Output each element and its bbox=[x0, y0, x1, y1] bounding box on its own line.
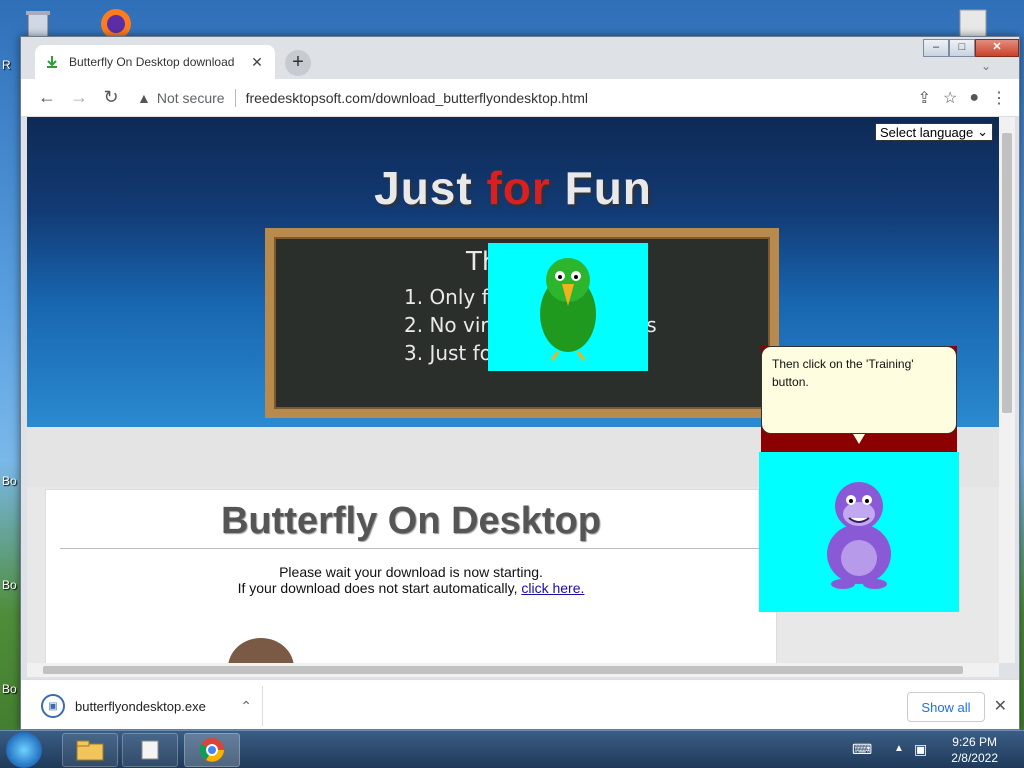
close-window-button[interactable]: ✕ bbox=[975, 39, 1019, 57]
desktop-label: Bo bbox=[2, 682, 17, 696]
product-title: Butterfly On Desktop bbox=[220, 500, 602, 542]
network-icon[interactable]: ▣ bbox=[914, 741, 927, 758]
click-here-link[interactable]: click here. bbox=[521, 580, 584, 596]
show-all-button[interactable]: Show all bbox=[907, 692, 985, 722]
desktop-label: Bo bbox=[2, 578, 17, 592]
chevron-up-icon[interactable]: ⌃ bbox=[240, 698, 252, 715]
bookmark-star-icon[interactable]: ☆ bbox=[943, 88, 957, 108]
close-icon[interactable]: ✕ bbox=[994, 696, 1007, 716]
horizontal-scrollbar[interactable] bbox=[27, 663, 999, 677]
browser-window: Butterfly On Desktop download ✕ + – □ ✕ … bbox=[20, 36, 1020, 730]
url-text[interactable]: freedesktopsoft.com/download_butterflyon… bbox=[246, 90, 588, 106]
tab-title: Butterfly On Desktop download bbox=[69, 55, 235, 69]
back-arrow-icon[interactable]: ← bbox=[33, 84, 61, 112]
bonzi-speech-bubble: Then click on the 'Training' button. bbox=[761, 346, 957, 434]
parrot-icon bbox=[540, 258, 596, 361]
warning-triangle-icon[interactable]: ▲ bbox=[137, 90, 151, 106]
profile-avatar-icon[interactable]: ● bbox=[969, 89, 979, 107]
download-favicon-icon bbox=[45, 55, 59, 69]
download-fallback-text: If your download does not start automati… bbox=[46, 580, 776, 596]
tray-expand-icon[interactable]: ▲ bbox=[894, 743, 904, 754]
clock-time: 9:26 PM bbox=[952, 735, 997, 749]
start-button[interactable] bbox=[6, 732, 42, 768]
taskbar: ⌨ ▲ ▣ 9:26 PM 2/8/2022 bbox=[0, 730, 1024, 768]
browser-toolbar: ← → ↻ ▲ Not secure freedesktopsoft.com/d… bbox=[21, 79, 1019, 117]
clock-date: 2/8/2022 bbox=[951, 751, 998, 765]
tab-strip: Butterfly On Desktop download ✕ + – □ ✕ … bbox=[21, 37, 1019, 79]
system-clock[interactable]: 9:26 PM 2/8/2022 bbox=[951, 734, 998, 766]
file-explorer-icon[interactable] bbox=[62, 733, 118, 767]
new-tab-button[interactable]: + bbox=[285, 50, 311, 76]
banner-title-part: Just bbox=[374, 162, 487, 214]
active-tab[interactable]: Butterfly On Desktop download ✕ bbox=[35, 45, 275, 79]
share-icon[interactable]: ⇪ bbox=[918, 88, 931, 108]
download-filename: butterflyondesktop.exe bbox=[75, 698, 206, 714]
desktop-label: Bo bbox=[2, 474, 17, 488]
maximize-button[interactable]: □ bbox=[949, 39, 975, 57]
reload-icon[interactable]: ↻ bbox=[97, 84, 125, 112]
banner-title-highlight: for bbox=[486, 162, 551, 214]
chalkboard-line: 3. Just for bbox=[404, 341, 501, 365]
download-status-text: Please wait your download is now startin… bbox=[279, 564, 543, 580]
language-select[interactable]: Select language ⌄ bbox=[875, 123, 993, 141]
banner-title: Just for Fun bbox=[27, 161, 999, 215]
download-card: Butterfly On Desktop Please wait your do… bbox=[45, 489, 777, 663]
vertical-scrollbar[interactable] bbox=[999, 117, 1015, 663]
fallback-prefix: If your download does not start automati… bbox=[237, 580, 522, 596]
tab-close-icon[interactable]: ✕ bbox=[249, 54, 265, 71]
chevron-down-icon: ⌄ bbox=[977, 124, 988, 139]
address-bar[interactable]: ▲ Not secure freedesktopsoft.com/downloa… bbox=[129, 83, 908, 112]
download-item[interactable]: ▣ butterflyondesktop.exe ⌃ bbox=[33, 686, 263, 726]
forward-arrow-icon[interactable]: → bbox=[65, 84, 93, 112]
chrome-icon[interactable] bbox=[184, 733, 240, 767]
character-head-image bbox=[228, 638, 294, 663]
page-viewport: Just for Fun Select language ⌄ Th 1. Onl… bbox=[27, 117, 999, 663]
speech-bubble-tail bbox=[853, 434, 865, 444]
title-divider bbox=[60, 548, 776, 549]
keyboard-icon[interactable]: ⌨ bbox=[852, 741, 872, 758]
minimize-button[interactable]: – bbox=[923, 39, 949, 57]
not-secure-label[interactable]: Not secure bbox=[157, 90, 225, 106]
vertical-scroll-thumb[interactable] bbox=[1002, 133, 1012, 413]
address-divider bbox=[234, 88, 236, 107]
purple-gorilla-icon bbox=[827, 482, 891, 589]
tab-search-icon[interactable]: ⌄ bbox=[981, 59, 999, 75]
desktop-label: R bbox=[2, 58, 11, 72]
folder-icon[interactable] bbox=[122, 733, 178, 767]
parrot-agent[interactable] bbox=[488, 243, 648, 371]
horizontal-scroll-thumb[interactable] bbox=[43, 666, 963, 674]
banner-title-part: Fun bbox=[550, 162, 652, 214]
bonzi-agent[interactable] bbox=[759, 452, 959, 612]
language-select-value: Select language bbox=[880, 124, 974, 140]
menu-kebab-icon[interactable]: ⋮ bbox=[991, 88, 1007, 108]
exe-file-icon: ▣ bbox=[41, 694, 65, 718]
download-shelf: ▣ butterflyondesktop.exe ⌃ Show all ✕ bbox=[21, 679, 1019, 729]
